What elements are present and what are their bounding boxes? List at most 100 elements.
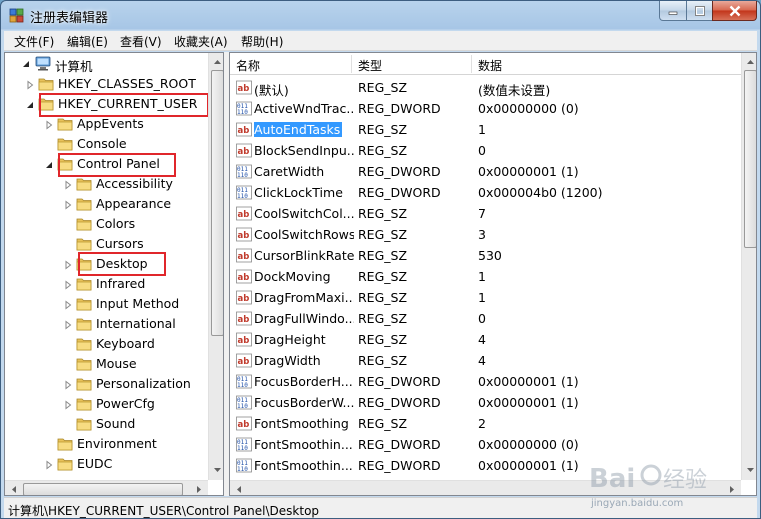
list-row[interactable]: ab CoolSwitchCol... REG_SZ 7 (230, 203, 742, 224)
list-row[interactable]: ab (默认) REG_SZ (数值未设置) (230, 77, 742, 98)
scroll-down-icon[interactable] (743, 462, 757, 477)
tree-item[interactable]: Sound (5, 414, 205, 434)
list-row[interactable]: ab BlockSendInpu... REG_SZ 0 (230, 140, 742, 161)
expand-arrow-icon[interactable] (44, 459, 54, 470)
tree-item[interactable]: International (5, 314, 205, 334)
svg-text:ab: ab (238, 420, 250, 430)
menu-edit[interactable]: 编辑(E) (67, 33, 108, 50)
tree-item[interactable]: Input Method (5, 294, 205, 314)
expand-arrow-icon[interactable] (63, 399, 73, 410)
list-row[interactable]: ab DragFullWindo... REG_SZ 0 (230, 308, 742, 329)
expand-arrow-icon[interactable] (63, 299, 73, 310)
expand-arrow-icon[interactable] (25, 79, 35, 90)
list-row[interactable]: ab FontSmoothing REG_SZ 2 (230, 413, 742, 434)
title-bar[interactable]: 注册表编辑器 (1, 1, 760, 31)
list-row[interactable]: ab DockMoving REG_SZ 1 (230, 266, 742, 287)
value-name: FontSmoothin... (254, 458, 353, 473)
list-row[interactable]: 011 110 FocusBorderH... REG_DWORD 0x00000001… (230, 371, 742, 392)
value-type: REG_DWORD (358, 185, 441, 200)
tree-item[interactable]: Personalization (5, 374, 205, 394)
list-vertical-scrollbar[interactable] (741, 53, 757, 480)
tree-item[interactable]: Appearance (5, 194, 205, 214)
column-header-name[interactable]: 名称 (236, 57, 260, 74)
column-divider[interactable] (351, 55, 352, 73)
scroll-up-icon[interactable] (743, 55, 757, 70)
list-row[interactable]: 011 110 ActiveWndTrac... REG_DWORD 0x0000000… (230, 98, 742, 119)
value-name-cell: DragFullWindo... (254, 311, 354, 326)
svg-text:ab: ab (238, 147, 250, 157)
status-path: 计算机\HKEY_CURRENT_USER\Control Panel\Desk… (8, 504, 320, 518)
expand-arrow-icon[interactable] (63, 379, 73, 390)
expand-arrow-icon[interactable] (44, 119, 54, 130)
menu-favorites[interactable]: 收藏夹(A) (174, 33, 228, 50)
tree-item[interactable]: Mouse (5, 354, 205, 374)
column-header-data[interactable]: 数据 (478, 57, 502, 74)
menu-bar: 文件(F) 编辑(E) 查看(V) 收藏夹(A) 帮助(H) (4, 31, 757, 51)
maximize-button[interactable] (686, 1, 713, 21)
value-data: 530 (478, 248, 502, 263)
key-tree-pane[interactable]: 计算机 HKEY_CLASSES_ROOT HKEY_CURRENT_USER Ap… (4, 52, 224, 496)
list-row[interactable]: ab DragHeight REG_SZ 4 (230, 329, 742, 350)
tree-vertical-scrollbar[interactable] (208, 53, 224, 480)
client-area: 计算机 HKEY_CLASSES_ROOT HKEY_CURRENT_USER Ap… (4, 52, 757, 496)
scroll-right-icon[interactable] (191, 482, 206, 496)
expand-arrow-icon[interactable] (63, 279, 73, 290)
list-scroll-thumb[interactable] (744, 70, 756, 248)
tree-item[interactable]: EUDC (5, 454, 205, 474)
list-row[interactable]: 011 110 FontSmoothin... REG_DWORD 0x00000000… (230, 434, 742, 455)
expand-arrow-icon[interactable] (63, 179, 73, 190)
expand-arrow-icon[interactable] (63, 259, 73, 270)
tree-item[interactable]: Colors (5, 214, 205, 234)
menu-help[interactable]: 帮助(H) (241, 33, 283, 50)
scroll-up-icon[interactable] (210, 55, 224, 70)
list-row[interactable]: ab AutoEndTasks REG_SZ 1 (230, 119, 742, 140)
minimize-button[interactable] (659, 1, 687, 21)
tree-item[interactable]: Environment (5, 434, 205, 454)
list-row[interactable]: ab DragFromMaxi... REG_SZ 1 (230, 287, 742, 308)
value-name: FocusBorderW... (254, 395, 354, 410)
collapse-arrow-icon[interactable] (21, 59, 31, 69)
svg-text:ab: ab (238, 357, 250, 367)
tree-hscroll-thumb[interactable] (23, 483, 183, 495)
string-value-icon: ab (236, 416, 252, 431)
tree-horizontal-scrollbar[interactable] (5, 480, 208, 496)
tree-item[interactable]: Keyboard (5, 334, 205, 354)
value-type: REG_SZ (358, 332, 408, 347)
column-header-type[interactable]: 类型 (358, 57, 382, 74)
svg-text:110: 110 (237, 172, 248, 179)
scroll-right-icon[interactable] (724, 482, 739, 496)
column-divider[interactable] (471, 55, 472, 73)
tree-scroll-thumb[interactable] (211, 70, 223, 336)
value-name-cell: DockMoving (254, 269, 354, 284)
list-row[interactable]: ab CoolSwitchRows REG_SZ 3 (230, 224, 742, 245)
list-row[interactable]: ab CursorBlinkRate REG_SZ 530 (230, 245, 742, 266)
tree-item[interactable]: Console (5, 134, 205, 154)
menu-view[interactable]: 查看(V) (120, 33, 162, 50)
tree-item[interactable]: Infrared (5, 274, 205, 294)
no-arrow (63, 339, 73, 349)
list-row[interactable]: 011 110 FocusBorderW... REG_DWORD 0x00000001… (230, 392, 742, 413)
value-list-pane[interactable]: 名称 类型 数据 ab (默认) REG_SZ (数值未设置) 011 110 Active… (229, 52, 757, 496)
folder-icon (76, 356, 92, 371)
collapse-arrow-icon[interactable] (44, 159, 54, 169)
scroll-left-icon[interactable] (232, 482, 247, 496)
list-row[interactable]: ab DragWidth REG_SZ 4 (230, 350, 742, 371)
expand-arrow-icon[interactable] (63, 319, 73, 330)
list-row[interactable]: 011 110 CaretWidth REG_DWORD 0x00000001 (1) (230, 161, 742, 182)
value-name-cell: CaretWidth (254, 164, 354, 179)
expand-arrow-icon[interactable] (63, 199, 73, 210)
tree-root-computer[interactable]: 计算机 (5, 54, 205, 74)
collapse-arrow-icon[interactable] (25, 99, 35, 109)
menu-file[interactable]: 文件(F) (14, 33, 54, 50)
scroll-down-icon[interactable] (210, 462, 224, 477)
scroll-left-icon[interactable] (7, 482, 22, 496)
tree-item[interactable]: HKEY_CLASSES_ROOT (5, 74, 205, 94)
tree-item[interactable]: AppEvents (5, 114, 205, 134)
tree-item[interactable]: Cursors (5, 234, 205, 254)
tree-item[interactable]: Accessibility (5, 174, 205, 194)
list-row[interactable]: 011 110 ClickLockTime REG_DWORD 0x000004b0 (… (230, 182, 742, 203)
tree-item[interactable]: PowerCfg (5, 394, 205, 414)
close-button[interactable] (712, 1, 757, 21)
minimize-icon (668, 11, 678, 15)
value-type: REG_SZ (358, 227, 408, 242)
